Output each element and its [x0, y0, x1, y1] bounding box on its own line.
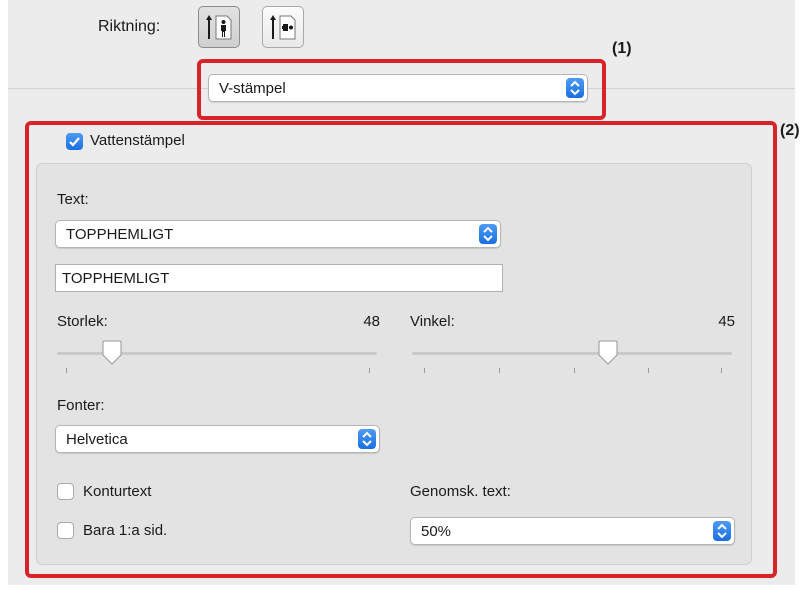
size-slider-tick	[369, 368, 370, 373]
select-stepper-icon	[713, 521, 731, 541]
transparency-label: Genomsk. text:	[410, 483, 511, 500]
angle-slider-tick	[499, 368, 500, 373]
orientation-portrait-button[interactable]	[198, 6, 240, 48]
landscape-orientation-icon	[270, 15, 296, 40]
outline-text-checkbox[interactable]	[57, 483, 74, 500]
checkmark-icon	[69, 137, 80, 147]
angle-slider-track[interactable]	[412, 352, 732, 355]
angle-value: 45	[718, 313, 735, 330]
watermark-checkbox[interactable]	[66, 133, 83, 150]
angle-slider-tick	[424, 368, 425, 373]
stamp-type-value: V-stämpel	[219, 80, 286, 97]
angle-slider-tick	[574, 368, 575, 373]
text-label: Text:	[57, 191, 89, 208]
stamp-type-select[interactable]: V-stämpel	[208, 74, 588, 102]
size-value: 48	[363, 313, 380, 330]
first-page-only-label: Bara 1:a sid.	[83, 522, 168, 539]
orientation-label: Riktning:	[98, 18, 161, 35]
watermark-checkbox-label: Vattenstämpel	[90, 132, 185, 149]
size-label: Storlek:	[57, 313, 108, 330]
select-stepper-icon	[479, 224, 497, 244]
orientation-landscape-button[interactable]	[262, 6, 304, 48]
watermark-text-field-value: TOPPHEMLIGT	[62, 270, 170, 287]
portrait-orientation-icon	[206, 15, 232, 40]
select-stepper-icon	[566, 78, 584, 98]
size-slider-thumb[interactable]	[100, 340, 124, 366]
angle-slider-thumb[interactable]	[596, 340, 620, 366]
transparency-select[interactable]: 50%	[410, 517, 735, 545]
angle-slider-tick	[648, 368, 649, 373]
transparency-select-value: 50%	[421, 523, 452, 540]
font-select[interactable]: Helvetica	[55, 425, 380, 453]
angle-slider-tick	[721, 368, 722, 373]
font-select-value: Helvetica	[66, 431, 128, 448]
watermark-text-field[interactable]: TOPPHEMLIGT	[55, 264, 503, 292]
outline-text-label: Konturtext	[83, 483, 152, 500]
callout-2-label: (2)	[780, 122, 800, 139]
watermark-text-select[interactable]: TOPPHEMLIGT	[55, 220, 501, 248]
font-label: Fonter:	[57, 397, 105, 414]
watermark-text-select-value: TOPPHEMLIGT	[66, 226, 174, 243]
callout-1-label: (1)	[612, 40, 632, 57]
size-slider-tick	[66, 368, 67, 373]
first-page-only-checkbox[interactable]	[57, 522, 74, 539]
select-stepper-icon	[358, 429, 376, 449]
angle-label: Vinkel:	[410, 313, 455, 330]
